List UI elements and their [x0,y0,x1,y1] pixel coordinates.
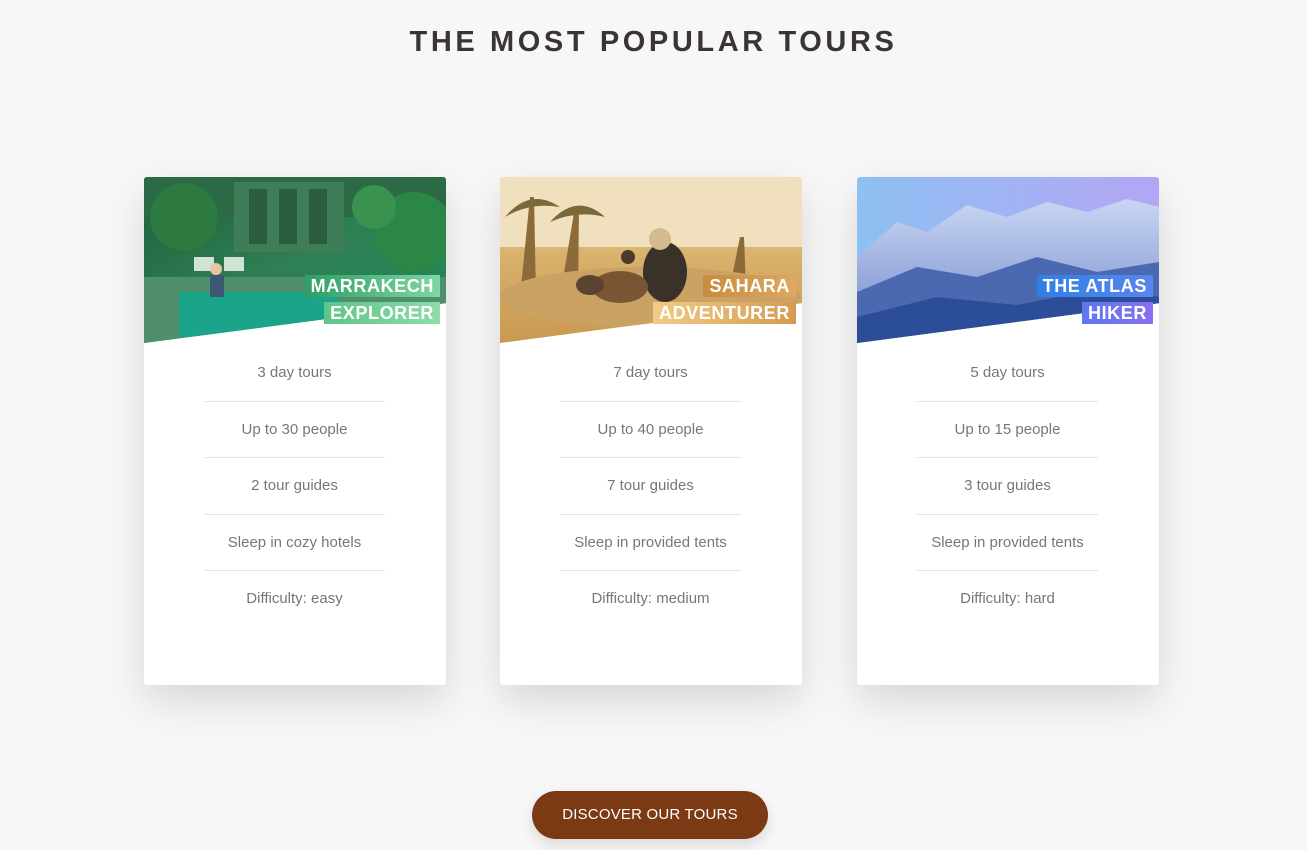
detail-difficulty: Difficulty: hard [960,590,1055,607]
tour-title-line1: THE ATLAS [1036,275,1153,297]
tour-title-line1: MARRAKECH [304,275,440,297]
detail-group-size: Up to 40 people [560,402,741,458]
discover-tours-button[interactable]: DISCOVER OUR TOURS [532,791,768,839]
detail-difficulty: Difficulty: easy [246,590,343,607]
detail-guides: 3 tour guides [917,458,1098,515]
tour-title-line1: SAHARA [703,275,796,297]
tour-title: SAHARA ADVENTURER [652,273,796,327]
tour-details-list: 5 day tours Up to 15 people 3 tour guide… [917,364,1098,628]
tour-title-line2: HIKER [1081,302,1153,324]
tour-card-marrakech[interactable]: MARRAKECH EXPLORER 3 day tours Up to 30 … [144,177,446,685]
tour-title: THE ATLAS HIKER [1036,273,1153,327]
detail-guides: 7 tour guides [560,458,741,515]
tour-title-line2: ADVENTURER [652,302,796,324]
detail-group-size: Up to 15 people [917,402,1098,458]
detail-duration: 5 day tours [917,345,1098,402]
detail-duration: 7 day tours [560,345,741,402]
detail-accommodation: Sleep in provided tents [560,515,741,571]
tour-card-sahara[interactable]: SAHARA ADVENTURER 7 day tours Up to 40 p… [500,177,802,685]
tour-details-list: 7 day tours Up to 40 people 7 tour guide… [560,364,741,628]
section-title: THE MOST POPULAR TOURS [409,26,898,58]
tour-title-line2: EXPLORER [324,302,440,324]
tour-card-atlas[interactable]: THE ATLAS HIKER 5 day tours Up to 15 peo… [857,177,1159,685]
detail-guides: 2 tour guides [204,458,385,515]
tour-details-list: 3 day tours Up to 30 people 2 tour guide… [204,364,385,628]
detail-accommodation: Sleep in cozy hotels [204,515,385,571]
tour-title: MARRAKECH EXPLORER [304,273,440,327]
detail-duration: 3 day tours [204,345,385,402]
detail-difficulty: Difficulty: medium [591,590,710,607]
detail-group-size: Up to 30 people [204,402,385,458]
detail-accommodation: Sleep in provided tents [917,515,1098,571]
